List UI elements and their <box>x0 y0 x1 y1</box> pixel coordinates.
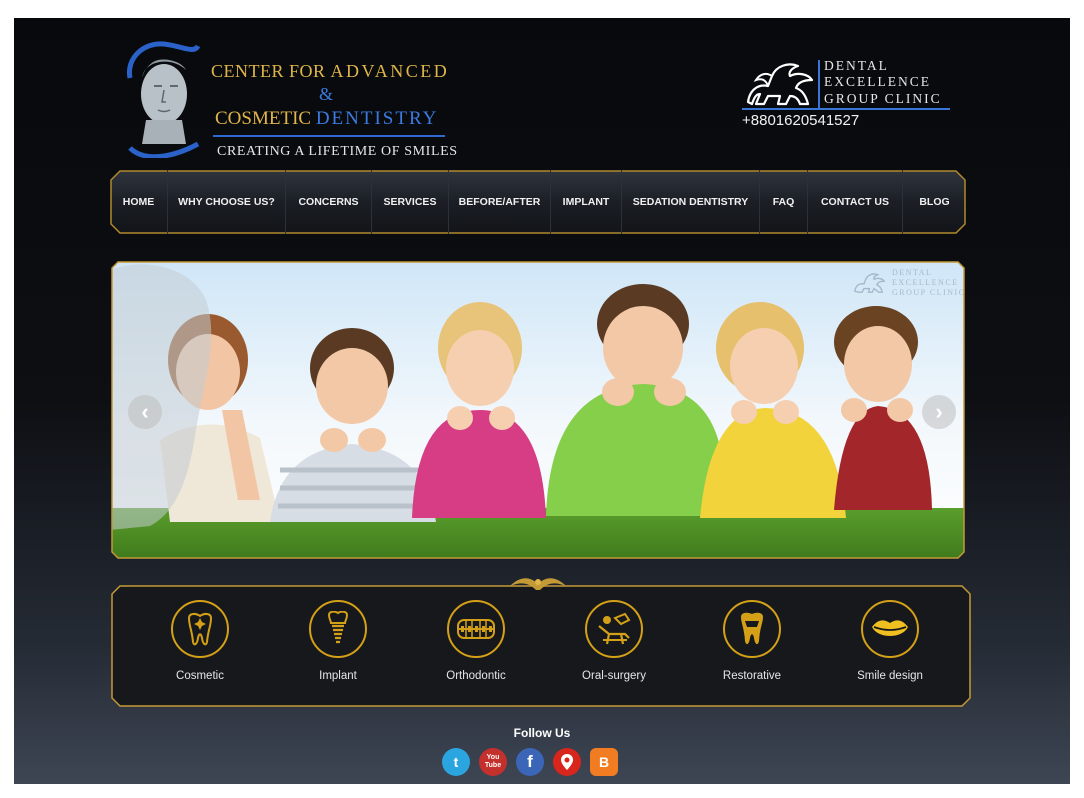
greek-bust-icon <box>126 41 201 158</box>
service-label: Oral-surgery <box>582 670 646 682</box>
services-panel: Cosmetic Implant Orthodontic Oral-surger… <box>110 574 972 714</box>
lips-icon <box>872 620 908 636</box>
service-cosmetic[interactable]: Cosmetic <box>140 600 260 682</box>
dental-implant-icon <box>327 611 349 644</box>
logo-tagline: CREATING A LIFETIME OF SMILES <box>217 144 458 159</box>
slider-watermark: DENTAL EXCELLENCE GROUP CLINIC <box>852 268 966 298</box>
partner-line-2: EXCELLENCE <box>824 74 931 89</box>
site-logo[interactable]: CENTER FOR ADVANCED & COSMETIC DENTISTRY… <box>114 28 457 163</box>
slider-next-button[interactable]: › <box>922 395 956 429</box>
nav-why-choose-us[interactable]: WHY CHOOSE US? <box>168 170 286 234</box>
social-links: t You Tube f B <box>442 748 618 778</box>
slider-frame <box>111 261 965 559</box>
page-frame: CENTER FOR ADVANCED & COSMETIC DENTISTRY… <box>14 18 1070 784</box>
nav-faq[interactable]: FAQ <box>760 170 808 234</box>
blogger-link[interactable]: B <box>590 748 618 776</box>
nav-home[interactable]: HOME <box>110 170 168 234</box>
crown-tooth-icon <box>741 612 763 645</box>
youtube-icon: You Tube <box>484 754 502 769</box>
logo-line-2: COSMETIC DENTISTRY <box>215 108 439 129</box>
nav-contact-us[interactable]: CONTACT US <box>808 170 903 234</box>
nav-before-after[interactable]: BEFORE/AFTER <box>449 170 551 234</box>
partner-divider <box>818 60 820 108</box>
watermark-line-2: EXCELLENCE <box>892 278 959 287</box>
twitter-icon: t <box>453 754 459 770</box>
partner-line-1: DENTAL <box>824 58 889 73</box>
service-restorative[interactable]: Restorative <box>692 600 812 682</box>
nav-blog[interactable]: BLOG <box>903 170 966 234</box>
partner-underline <box>742 108 950 110</box>
chevron-right-icon: › <box>935 399 943 424</box>
facebook-icon: f <box>527 752 533 771</box>
blogger-icon: B <box>598 754 610 770</box>
hero-slider[interactable]: DENTAL EXCELLENCE GROUP CLINIC ‹ › <box>110 260 966 560</box>
braces-icon <box>457 619 495 639</box>
watermark-line-1: DENTAL <box>892 268 933 277</box>
service-label: Smile design <box>857 670 923 682</box>
logo-ampersand: & <box>319 84 334 104</box>
service-label: Implant <box>319 670 357 682</box>
service-smile-design[interactable]: Smile design <box>830 600 950 682</box>
nav-implant[interactable]: IMPLANT <box>551 170 622 234</box>
follow-us-title: Follow Us <box>513 726 571 740</box>
partner-logo[interactable]: DENTAL EXCELLENCE GROUP CLINIC +88016205… <box>742 58 982 134</box>
chevron-left-icon: ‹ <box>141 399 149 424</box>
dental-chair-icon <box>598 612 631 645</box>
service-implant[interactable]: Implant <box>278 600 398 682</box>
main-nav: HOME WHY CHOOSE US? CONCERNS SERVICES BE… <box>110 170 966 234</box>
service-oral-surgery[interactable]: Oral-surgery <box>554 600 674 682</box>
maps-link[interactable] <box>553 748 581 776</box>
nav-concerns[interactable]: CONCERNS <box>286 170 372 234</box>
service-label: Cosmetic <box>176 670 224 682</box>
service-orthodontic[interactable]: Orthodontic <box>416 600 536 682</box>
map-pin-icon <box>561 754 573 770</box>
service-label: Orthodontic <box>446 670 506 682</box>
facebook-link[interactable]: f <box>516 748 544 776</box>
phone-number[interactable]: +8801620541527 <box>742 112 859 129</box>
logo-line-1: CENTER FOR ADVANCED <box>211 61 450 81</box>
youtube-link[interactable]: You Tube <box>479 748 507 776</box>
watermark-griffin-icon <box>853 273 886 293</box>
nav-sedation-dentistry[interactable]: SEDATION DENTISTRY <box>622 170 760 234</box>
griffin-icon <box>746 63 814 106</box>
service-label: Restorative <box>722 670 782 682</box>
tooth-sparkle-icon <box>187 612 213 646</box>
logo-divider <box>213 135 445 137</box>
nav-services[interactable]: SERVICES <box>372 170 449 234</box>
slider-prev-button[interactable]: ‹ <box>128 395 162 429</box>
twitter-link[interactable]: t <box>442 748 470 776</box>
watermark-line-3: GROUP CLINIC <box>892 288 966 297</box>
partner-line-3: GROUP CLINIC <box>824 91 942 106</box>
